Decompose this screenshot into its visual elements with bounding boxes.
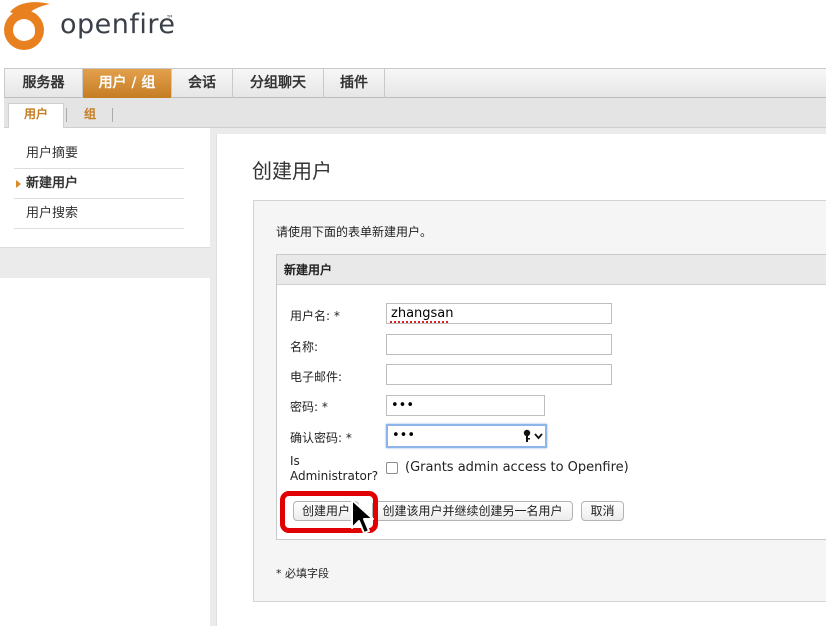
sidebar-item-label: 用户搜索 (26, 206, 79, 221)
cancel-button[interactable]: 取消 (581, 501, 624, 521)
username-label: 用户名: * (290, 309, 340, 323)
sidebar-item-user-summary[interactable]: 用户摘要 (14, 139, 184, 169)
sidebar-item-label: 用户摘要 (26, 146, 79, 161)
logo-text: openfire (60, 9, 176, 40)
confirm-password-value: ••• (392, 428, 416, 443)
form-intro: 请使用下面的表单新建用户。 (276, 225, 433, 239)
fieldset-header: 新建用户 (277, 255, 826, 285)
admin-label-line1: Is (290, 454, 300, 468)
mouse-pointer-icon (351, 499, 374, 534)
sub-nav: 用户 组 (4, 98, 826, 128)
password-label: 密码: * (290, 400, 328, 414)
password-input[interactable]: ••• (386, 395, 545, 416)
admin-checkbox[interactable] (386, 462, 398, 474)
openfire-logo: openfire ™ (0, 0, 230, 60)
required-fields-note: * 必填字段 (276, 567, 329, 580)
email-input[interactable] (386, 364, 612, 385)
subnav-divider (66, 108, 67, 122)
email-label: 电子邮件: (290, 370, 343, 384)
openfire-flame-icon (4, 2, 50, 50)
admin-label-line2: Administrator? (290, 469, 379, 483)
admin-description: (Grants admin access to Openfire) (405, 460, 629, 475)
tab-sessions[interactable]: 会话 (171, 69, 232, 98)
tab-server[interactable]: 服务器 (4, 69, 82, 98)
name-input[interactable] (386, 334, 612, 355)
key-icon[interactable] (522, 429, 546, 443)
tab-users-groups[interactable]: 用户 / 组 (82, 69, 171, 98)
sidebar-item-user-search[interactable]: 用户搜索 (14, 199, 184, 229)
sidebar: 用户摘要 新建用户 用户搜索 (0, 128, 216, 278)
tab-group-chat[interactable]: 分组聊天 (232, 69, 323, 98)
sidebar-item-label: 新建用户 (26, 176, 79, 191)
logo-trademark: ™ (166, 14, 174, 23)
spellcheck-underline (390, 321, 448, 323)
main-nav: 服务器 用户 / 组 会话 分组聊天 插件 (4, 68, 826, 98)
page-title: 创建用户 (252, 159, 332, 183)
name-label: 名称: (290, 340, 319, 354)
sidebar-item-new-user[interactable]: 新建用户 (14, 169, 184, 199)
arrow-right-icon (16, 180, 21, 188)
subtab-groups[interactable]: 组 (72, 104, 108, 126)
subnav-divider (112, 108, 113, 122)
subtab-users[interactable]: 用户 (8, 103, 64, 128)
tab-plugins[interactable]: 插件 (323, 69, 385, 98)
admin-label: Is Administrator? (290, 454, 378, 484)
sidebar-panel: 用户摘要 新建用户 用户搜索 (0, 128, 211, 248)
confirm-password-label: 确认密码: * (290, 431, 352, 445)
create-another-button[interactable]: 创建该用户并继续创建另一名用户 (372, 501, 573, 521)
